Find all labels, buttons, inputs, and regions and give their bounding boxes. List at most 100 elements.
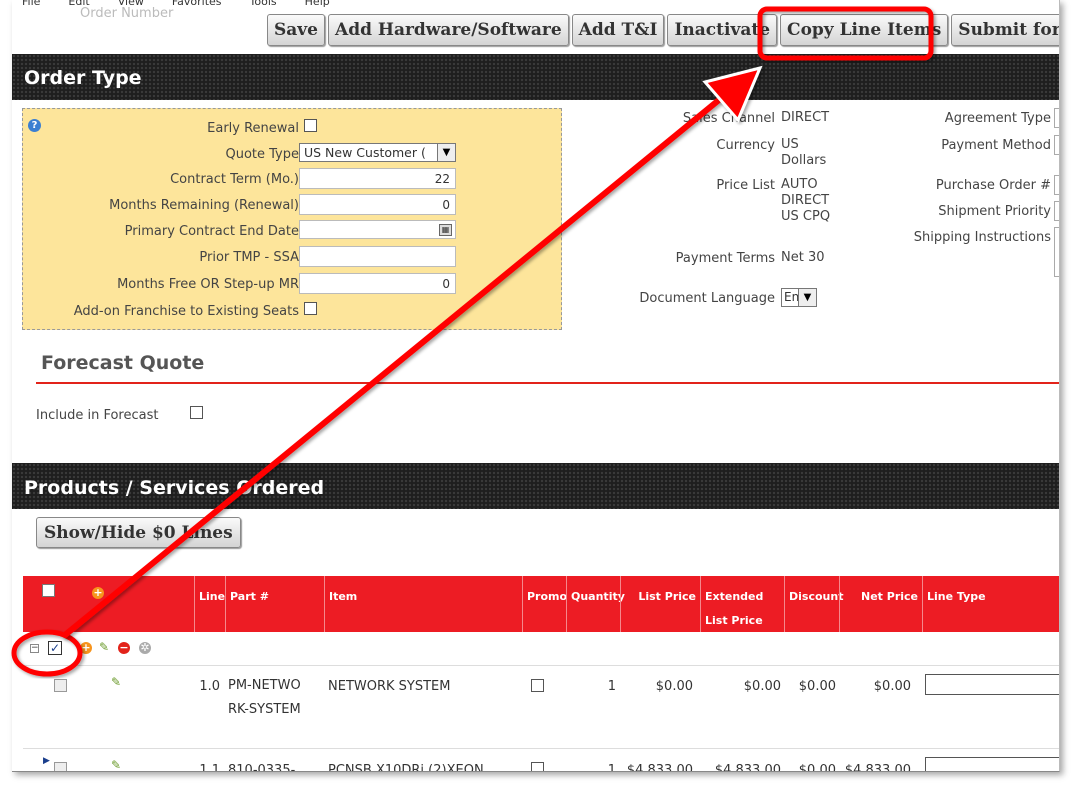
currency-label: Currency (716, 138, 775, 153)
agreement-type-label: Agreement Type (944, 111, 1051, 126)
price-list-label: Price List (716, 178, 775, 193)
shipping-instructions-input[interactable] (1054, 227, 1059, 277)
gear-icon[interactable]: ✲ (139, 642, 151, 654)
months-free-row: Months Free OR Step-up MR 0 (23, 273, 563, 295)
edit-icon[interactable]: ✎ (111, 675, 121, 689)
quote-type-value: US New Customer ( (304, 145, 426, 160)
row-item: PCNSB X10DRi (2)XEON (328, 763, 484, 772)
edit-icon[interactable]: ✎ (99, 640, 109, 654)
row-checkbox[interactable] (54, 679, 67, 692)
col-line[interactable]: Line (194, 576, 225, 632)
quote-type-row: Quote Type US New Customer ( ▼ (23, 143, 563, 165)
order-type-panel: ? Early Renewal Quote Type US New Custom… (22, 108, 562, 330)
quote-type-label: Quote Type (225, 147, 299, 162)
row-checkbox[interactable] (54, 762, 67, 771)
add-ti-button[interactable]: Add T&I (571, 14, 665, 46)
copy-line-items-button[interactable]: Copy Line Items (780, 14, 949, 46)
menu-tools[interactable]: Tools (250, 0, 277, 8)
menu-bar: File Edit View Favorites Tools Help (12, 0, 358, 9)
addon-franchise-label: Add-on Franchise to Existing Seats (73, 304, 299, 319)
prior-tmp-input[interactable] (299, 246, 456, 267)
include-in-forecast-checkbox[interactable] (190, 406, 203, 419)
add-row-icon[interactable]: + (92, 585, 104, 600)
document-language-select[interactable]: En ▼ (781, 288, 817, 307)
col-line-type[interactable]: Line Type (922, 576, 1059, 632)
prior-tmp-label: Prior TMP - SSA (199, 250, 299, 265)
select-all-checkbox[interactable] (42, 584, 55, 597)
menu-help[interactable]: Help (305, 0, 330, 8)
primary-end-date-input[interactable]: ▦ (299, 220, 456, 239)
products-header: Products / Services Ordered (12, 463, 1059, 509)
row-discount: $0.00 (798, 679, 836, 694)
row-extended-list-price: $0.00 (743, 679, 781, 694)
shipment-priority-label: Shipment Priority (938, 204, 1051, 219)
early-renewal-checkbox[interactable] (304, 119, 317, 132)
collapse-icon[interactable]: − (30, 644, 39, 653)
document-language-value: En (784, 290, 800, 304)
col-part[interactable]: Part # (225, 576, 324, 632)
sales-channel-label: Sales Channel (682, 111, 775, 126)
submit-for-approval-button[interactable]: Submit for Ap (951, 14, 1059, 46)
group-row-checkbox[interactable]: ✓ (48, 641, 62, 655)
sales-channel-value: DIRECT (781, 110, 830, 125)
months-remaining-input[interactable]: 0 (299, 194, 456, 215)
col-promo[interactable]: Promo (522, 576, 567, 632)
quote-type-select[interactable]: US New Customer ( ▼ (299, 143, 456, 162)
col-item[interactable]: Item (324, 576, 522, 632)
row-quantity: 1 (607, 763, 616, 772)
col-list-price[interactable]: List Price (620, 576, 700, 632)
early-renewal-row: Early Renewal (23, 117, 563, 139)
table-row: ✎ 1.0 PM-NETWORK-SYSTEM NETWORK SYSTEM 1… (23, 667, 1059, 749)
months-free-label: Months Free OR Step-up MR (117, 277, 299, 292)
row-item: NETWORK SYSTEM (328, 679, 451, 694)
addon-franchise-row: Add-on Franchise to Existing Seats (23, 300, 563, 322)
col-net-price[interactable]: Net Price (839, 576, 922, 632)
row-promo-checkbox[interactable] (531, 762, 544, 771)
shipping-instructions-label: Shipping Instructions (913, 230, 1051, 245)
agreement-type-input[interactable] (1054, 108, 1059, 128)
calendar-icon[interactable]: ▦ (439, 224, 452, 236)
shipment-priority-input[interactable] (1054, 201, 1059, 221)
row-quantity: 1 (607, 679, 616, 694)
edit-icon[interactable]: ✎ (111, 758, 121, 771)
inactivate-button[interactable]: Inactivate (667, 14, 778, 46)
payment-terms-value: Net 30 (781, 250, 825, 265)
remove-icon[interactable]: − (118, 642, 130, 654)
payment-terms-label: Payment Terms (675, 251, 775, 266)
row-net-price: $4,833.00 (844, 763, 911, 772)
row-line: 1.1 (199, 763, 220, 772)
expand-arrow-icon[interactable]: ▶ (43, 756, 50, 766)
payment-method-label: Payment Method (941, 138, 1051, 153)
chevron-down-icon: ▼ (798, 289, 816, 306)
addon-franchise-checkbox[interactable] (304, 302, 317, 315)
group-row: − ✓ + ✎ − ✲ (23, 636, 1059, 666)
row-extended-list-price: $4,833.00 (714, 763, 781, 772)
row-list-price: $0.00 (655, 679, 693, 694)
save-button[interactable]: Save (267, 14, 325, 46)
products-table-header: + Line Part # Item Promo Quantity List P… (23, 576, 1059, 632)
order-type-header: Order Type (12, 54, 1059, 100)
primary-end-date-row: Primary Contract End Date ▦ (23, 220, 563, 242)
months-free-input[interactable]: 0 (299, 273, 456, 294)
row-list-price: $4,833.00 (626, 763, 693, 772)
row-discount: $0.00 (798, 763, 836, 772)
forecast-divider (36, 382, 1059, 384)
row-promo-checkbox[interactable] (531, 679, 544, 692)
row-net-price: $0.00 (873, 679, 911, 694)
menu-file[interactable]: File (22, 0, 40, 8)
show-hide-zero-lines-button[interactable]: Show/Hide $0 Lines (36, 517, 241, 548)
order-number-label: Order Number (80, 6, 174, 21)
contract-term-input[interactable]: 22 (299, 168, 456, 189)
col-discount[interactable]: Discount (784, 576, 843, 632)
table-row: ▶ ✎ 1.1 810-0335- PCNSB X10DRi (2)XEON 1… (23, 750, 1059, 772)
col-extended-list-price[interactable]: Extended List Price (700, 576, 784, 632)
col-quantity[interactable]: Quantity (566, 576, 625, 632)
payment-method-input[interactable] (1054, 135, 1059, 155)
row-line-type-input[interactable] (925, 674, 1059, 695)
prior-tmp-row: Prior TMP - SSA (23, 246, 563, 268)
row-line-type-input[interactable] (925, 757, 1059, 771)
add-hardware-software-button[interactable]: Add Hardware/Software (328, 14, 569, 46)
add-row-icon[interactable]: + (80, 642, 92, 654)
purchase-order-input[interactable] (1054, 175, 1059, 195)
menu-favorites[interactable]: Favorites (172, 0, 222, 8)
